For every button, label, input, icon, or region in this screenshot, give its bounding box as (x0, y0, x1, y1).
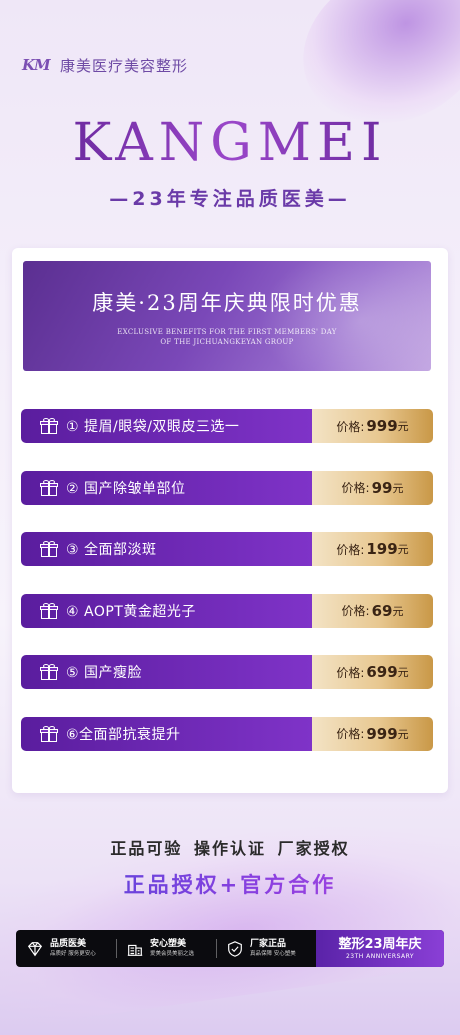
price-value: 999 (366, 724, 398, 743)
item-name-box: ⑥全面部抗衰提升 (21, 716, 312, 751)
bar-segment-genuine: 厂家正品 真品保障 安心塑美 (216, 930, 316, 967)
price-label: 价格: (341, 481, 370, 495)
item-price-box: 价格: 199 元 (312, 532, 433, 566)
item-name-box: ① 提眉/眼袋/双眼皮三选一 (21, 409, 312, 443)
logo: KM 康美医疗美容整形 (22, 52, 188, 78)
bar-segment-sub: 爱美会员美丽之选 (150, 951, 195, 957)
price-unit: 元 (397, 666, 409, 679)
promo-subtitle: EXCLUSIVE BENEFITS FOR THE FIRST MEMBERS… (23, 327, 431, 347)
price-item[interactable]: ② 国产除皱单部位 价格: 99 元 (21, 470, 433, 505)
bottom-bar: 品质医美 品质好 服务更安心 安心塑美 爱美会员美丽之选 厂家正品 真品保障 安… (16, 930, 444, 967)
item-label: ⑤ 国产瘦脸 (66, 665, 143, 681)
price-unit: 元 (397, 543, 409, 556)
gift-icon (40, 602, 58, 619)
price-item[interactable]: ⑤ 国产瘦脸 价格: 699 元 (21, 655, 433, 689)
diamond-icon (27, 941, 43, 956)
gift-icon (40, 664, 58, 680)
item-price-box: 价格: 99 元 (312, 470, 433, 505)
price-label: 价格: (336, 542, 365, 557)
price-unit: 元 (392, 481, 404, 495)
decor-swoosh-bottom (0, 796, 460, 1034)
item-price-box: 价格: 999 元 (312, 409, 433, 443)
price-item[interactable]: ⑥全面部抗衰提升 价格: 999 元 (21, 716, 433, 751)
item-label: ② 国产除皱单部位 (66, 480, 186, 497)
item-price-box: 价格: 999 元 (312, 716, 433, 751)
price-value: 199 (366, 540, 398, 558)
promo-card: 康美·23周年庆典限时优惠 EXCLUSIVE BENEFITS FOR THE… (12, 248, 448, 793)
gift-icon (40, 418, 58, 434)
features-line: 正品可验 操作认证 厂家授权 (110, 839, 350, 858)
item-name-box: ⑤ 国产瘦脸 (21, 655, 312, 689)
bar-segment-title: 安心塑美 (150, 939, 187, 949)
bar-segment-sub: 真品保障 安心塑美 (250, 951, 296, 957)
price-value: 69 (371, 601, 393, 620)
gift-icon (40, 479, 58, 496)
logo-mark-icon: KM (22, 56, 51, 74)
promo-subtitle-line2: OF THE JICHUANGKEYAN GROUP (160, 338, 294, 346)
item-label: ③ 全面部淡斑 (66, 542, 157, 558)
promo-title: 康美·23周年庆典限时优惠 (92, 291, 362, 315)
item-name-box: ③ 全面部淡斑 (21, 532, 312, 566)
bar-segment-title: 厂家正品 (250, 939, 287, 949)
gift-icon (40, 541, 58, 557)
item-price-box: 价格: 699 元 (312, 655, 433, 689)
price-value: 999 (366, 417, 398, 435)
slogan: 正品授权+官方合作 (0, 869, 460, 899)
bar-segment-sub: 品质好 服务更安心 (50, 951, 96, 957)
logo-text: 康美医疗美容整形 (60, 56, 189, 75)
price-unit: 元 (397, 727, 409, 741)
gift-icon (40, 725, 58, 742)
building-icon (127, 944, 143, 956)
price-item[interactable]: ③ 全面部淡斑 价格: 199 元 (21, 532, 433, 566)
bar-segment-title: 品质医美 (50, 939, 87, 949)
promo-banner: 康美·23周年庆典限时优惠 EXCLUSIVE BENEFITS FOR THE… (23, 261, 431, 371)
price-unit: 元 (397, 420, 409, 433)
anniversary-sub: 23TH ANNIVERSARY (345, 952, 415, 960)
item-label: ⑥全面部抗衰提升 (66, 726, 181, 743)
bar-segment-quality: 品质医美 品质好 服务更安心 (16, 930, 116, 967)
price-label: 价格: (341, 604, 370, 618)
bar-segment-safe: 安心塑美 爱美会员美丽之选 (116, 930, 216, 967)
price-label: 价格: (336, 727, 365, 741)
item-price-box: 价格: 69 元 (312, 593, 433, 628)
anniversary-badge: 整形23周年庆 23TH ANNIVERSARY (316, 930, 444, 967)
price-label: 价格: (336, 665, 365, 680)
anniversary-title: 整形23周年庆 (338, 936, 422, 952)
item-label: ① 提眉/眼袋/双眼皮三选一 (66, 419, 240, 435)
item-name-box: ② 国产除皱单部位 (21, 470, 312, 505)
price-item[interactable]: ④ AOPT黄金超光子 价格: 69 元 (21, 593, 433, 628)
shield-check-icon (228, 940, 242, 957)
price-item[interactable]: ① 提眉/眼袋/双眼皮三选一 价格: 999 元 (21, 409, 433, 443)
price-value: 99 (371, 478, 393, 497)
price-value: 699 (366, 663, 398, 681)
brand-title: KANGMEI (0, 113, 460, 173)
tagline: —23年专注品质医美— (109, 188, 351, 210)
item-name-box: ④ AOPT黄金超光子 (21, 593, 312, 628)
promo-subtitle-line1: EXCLUSIVE BENEFITS FOR THE FIRST MEMBERS… (117, 328, 337, 336)
item-label: ④ AOPT黄金超光子 (66, 603, 196, 620)
price-label: 价格: (336, 419, 365, 434)
price-unit: 元 (392, 604, 404, 618)
